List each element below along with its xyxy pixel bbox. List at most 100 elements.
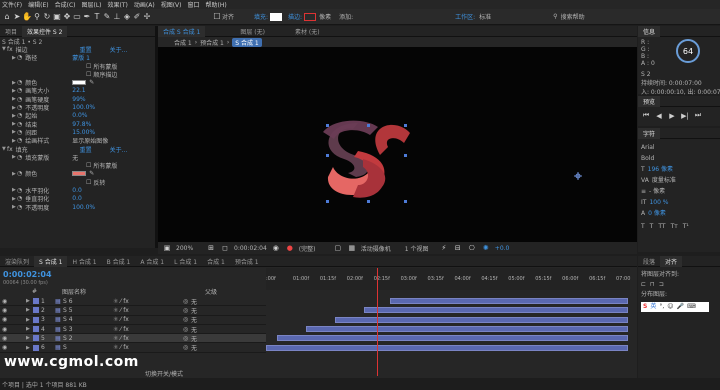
layer-switches[interactable]: ⚛ ⁄ fx xyxy=(113,298,183,305)
eyedropper-icon[interactable]: ✎ xyxy=(89,79,94,86)
tab-a-comp1[interactable]: A 合成 1 xyxy=(135,256,169,267)
tab-paragraph[interactable]: 段落 xyxy=(638,256,660,267)
tab-character[interactable]: 字符 xyxy=(638,127,661,139)
exposure-value[interactable]: +0.0 xyxy=(495,245,510,252)
tab-precomp1[interactable]: 预合成 1 xyxy=(230,256,264,267)
tab-align[interactable]: 对齐 xyxy=(660,255,683,267)
stopwatch-icon[interactable]: ◔ xyxy=(17,87,22,94)
play-icon[interactable]: ▶ xyxy=(667,111,677,120)
property-value[interactable]: 0.0 xyxy=(72,195,82,202)
eye-icon[interactable]: ◉ xyxy=(0,316,10,323)
home-icon[interactable]: ⌂ xyxy=(2,11,12,23)
effect-property[interactable]: ☐ 所有蒙版 xyxy=(0,62,155,71)
property-value[interactable]: 0.0 xyxy=(72,187,82,194)
crumb-precomp1[interactable]: 预合成 1 xyxy=(200,38,224,47)
tab-effect-controls[interactable]: 效果控件 S 2 xyxy=(22,25,68,37)
stopwatch-icon[interactable]: ◔ xyxy=(17,170,22,177)
effect-property[interactable]: ☐ 所有蒙版 xyxy=(0,161,155,170)
label-color-icon[interactable] xyxy=(33,316,39,323)
layer-duration-bar[interactable] xyxy=(306,325,628,332)
checkbox[interactable]: ☐ xyxy=(86,179,91,186)
camera-tool-icon[interactable]: ▣ xyxy=(52,11,62,23)
property-value[interactable]: 99% xyxy=(72,96,85,103)
label-color-icon[interactable] xyxy=(33,326,39,333)
about-link[interactable]: 关于... xyxy=(110,145,128,154)
stopwatch-icon[interactable]: ◔ xyxy=(17,54,22,61)
checkbox[interactable]: ☐ xyxy=(86,63,91,70)
stopwatch-icon[interactable]: ◔ xyxy=(17,154,22,161)
region-of-interest-icon[interactable]: ▢ xyxy=(333,244,343,253)
eye-icon[interactable]: ◉ xyxy=(0,298,10,305)
menu-item[interactable]: 窗口 xyxy=(187,0,199,9)
tab-layer[interactable]: 图层 (无) xyxy=(235,26,270,37)
all-caps-icon[interactable]: TT xyxy=(658,221,665,232)
fast-previews-icon[interactable]: ⚡ xyxy=(439,244,449,253)
layer-name[interactable]: S 5 xyxy=(63,307,113,314)
chevron-right-icon[interactable]: ▶ xyxy=(26,345,31,351)
stroke-width-field[interactable]: - 像素 xyxy=(649,186,665,197)
effect-property[interactable]: ▶ ◔ 颜色 ✎ xyxy=(0,78,155,87)
track-area[interactable] xyxy=(266,268,630,376)
font-style-select[interactable]: Bold xyxy=(641,153,717,164)
effect-property[interactable]: ▶ ◔ 画笔硬度 99% xyxy=(0,95,155,104)
hand-tool-icon[interactable]: ✋ xyxy=(22,11,32,23)
effect-property[interactable]: ▶ ◔ 起始 0.0% xyxy=(0,112,155,120)
parent-pickwhip-icon[interactable]: ◎ xyxy=(183,335,191,342)
layer-name[interactable]: S 4 xyxy=(63,316,113,323)
layer-switches[interactable]: ⚛ ⁄ fx xyxy=(113,335,183,342)
layer-row[interactable]: ◉ ▶ 5 ▦ S 2 ⚛ ⁄ fx ◎ 无 xyxy=(0,334,266,344)
camera-select[interactable]: 活动摄像机 xyxy=(361,244,401,253)
stopwatch-icon[interactable]: ◔ xyxy=(17,112,22,119)
last-frame-icon[interactable]: ⏭ xyxy=(693,111,703,120)
eye-icon[interactable]: ◉ xyxy=(0,344,10,351)
faux-bold-icon[interactable]: T xyxy=(641,221,645,232)
mask-visibility-icon[interactable]: ◻ xyxy=(220,244,230,253)
chevron-right-icon[interactable]: ▶ xyxy=(26,326,31,332)
effect-property[interactable]: ☐ 反转 xyxy=(0,178,155,187)
effect-property[interactable]: ▶ ◔ 颜色 ✎ xyxy=(0,170,155,178)
layer-duration-bar[interactable] xyxy=(266,344,628,351)
tab-l-comp1[interactable]: L 合成 1 xyxy=(169,256,202,267)
parent-select[interactable]: 无 xyxy=(191,343,221,352)
stopwatch-icon[interactable]: ◔ xyxy=(17,121,22,128)
parent-pickwhip-icon[interactable]: ◎ xyxy=(183,326,191,333)
font-family-select[interactable]: Arial xyxy=(641,142,717,153)
ime-punct-icon[interactable]: °, xyxy=(659,302,664,312)
first-frame-icon[interactable]: ⏮ xyxy=(641,111,651,120)
menu-item[interactable]: 效果(T) xyxy=(108,0,128,9)
stopwatch-icon[interactable]: ◔ xyxy=(17,96,22,103)
pan-behind-tool-icon[interactable]: ✥ xyxy=(62,11,72,23)
property-value[interactable]: 22.1 xyxy=(72,87,85,94)
layer-name[interactable]: S xyxy=(63,344,113,351)
label-color-icon[interactable] xyxy=(33,298,39,305)
stopwatch-icon[interactable]: ◔ xyxy=(17,104,22,111)
label-color-icon[interactable] xyxy=(33,307,39,314)
crumb-scomp1[interactable]: S 合成 1 xyxy=(232,37,262,47)
s-letter-artwork[interactable] xyxy=(158,47,637,242)
always-preview-icon[interactable]: ▣ xyxy=(162,244,172,253)
stopwatch-icon[interactable]: ◔ xyxy=(17,204,22,211)
menu-item[interactable]: 合成(C) xyxy=(55,0,76,9)
search-help-input[interactable]: 搜索帮助 xyxy=(561,12,585,21)
stopwatch-icon[interactable]: ◔ xyxy=(17,137,22,144)
layer-switches[interactable]: ⚛ ⁄ fx xyxy=(113,326,183,333)
tab-project[interactable]: 项目 xyxy=(0,26,22,37)
tab-s-comp1[interactable]: S 合成 1 xyxy=(34,255,68,267)
layer-duration-bar[interactable] xyxy=(364,307,628,314)
workspace-select[interactable]: 标准 xyxy=(479,12,535,21)
property-value[interactable]: 100.0% xyxy=(72,204,95,211)
property-value[interactable]: 蒙版 1 xyxy=(72,53,90,62)
zoom-tool-icon[interactable]: ⚲ xyxy=(32,11,42,23)
align-center-icon[interactable]: ⊓ xyxy=(650,280,655,290)
menu-item[interactable]: 编辑(E) xyxy=(28,0,48,9)
layer-duration-bar[interactable] xyxy=(276,335,628,342)
ime-mode[interactable]: 英 xyxy=(650,302,656,312)
crumb-comp1[interactable]: 合成 1 xyxy=(174,38,192,47)
faux-italic-icon[interactable]: T xyxy=(650,221,654,232)
eye-icon[interactable]: ◉ xyxy=(0,307,10,314)
color-channel-icon[interactable]: ● xyxy=(285,244,295,253)
ime-keyboard-icon[interactable]: ⌨ xyxy=(687,302,696,312)
property-value[interactable]: 100.0% xyxy=(72,104,95,111)
tab-b-comp1[interactable]: B 合成 1 xyxy=(102,256,136,267)
parent-select[interactable]: 无 xyxy=(191,306,221,315)
